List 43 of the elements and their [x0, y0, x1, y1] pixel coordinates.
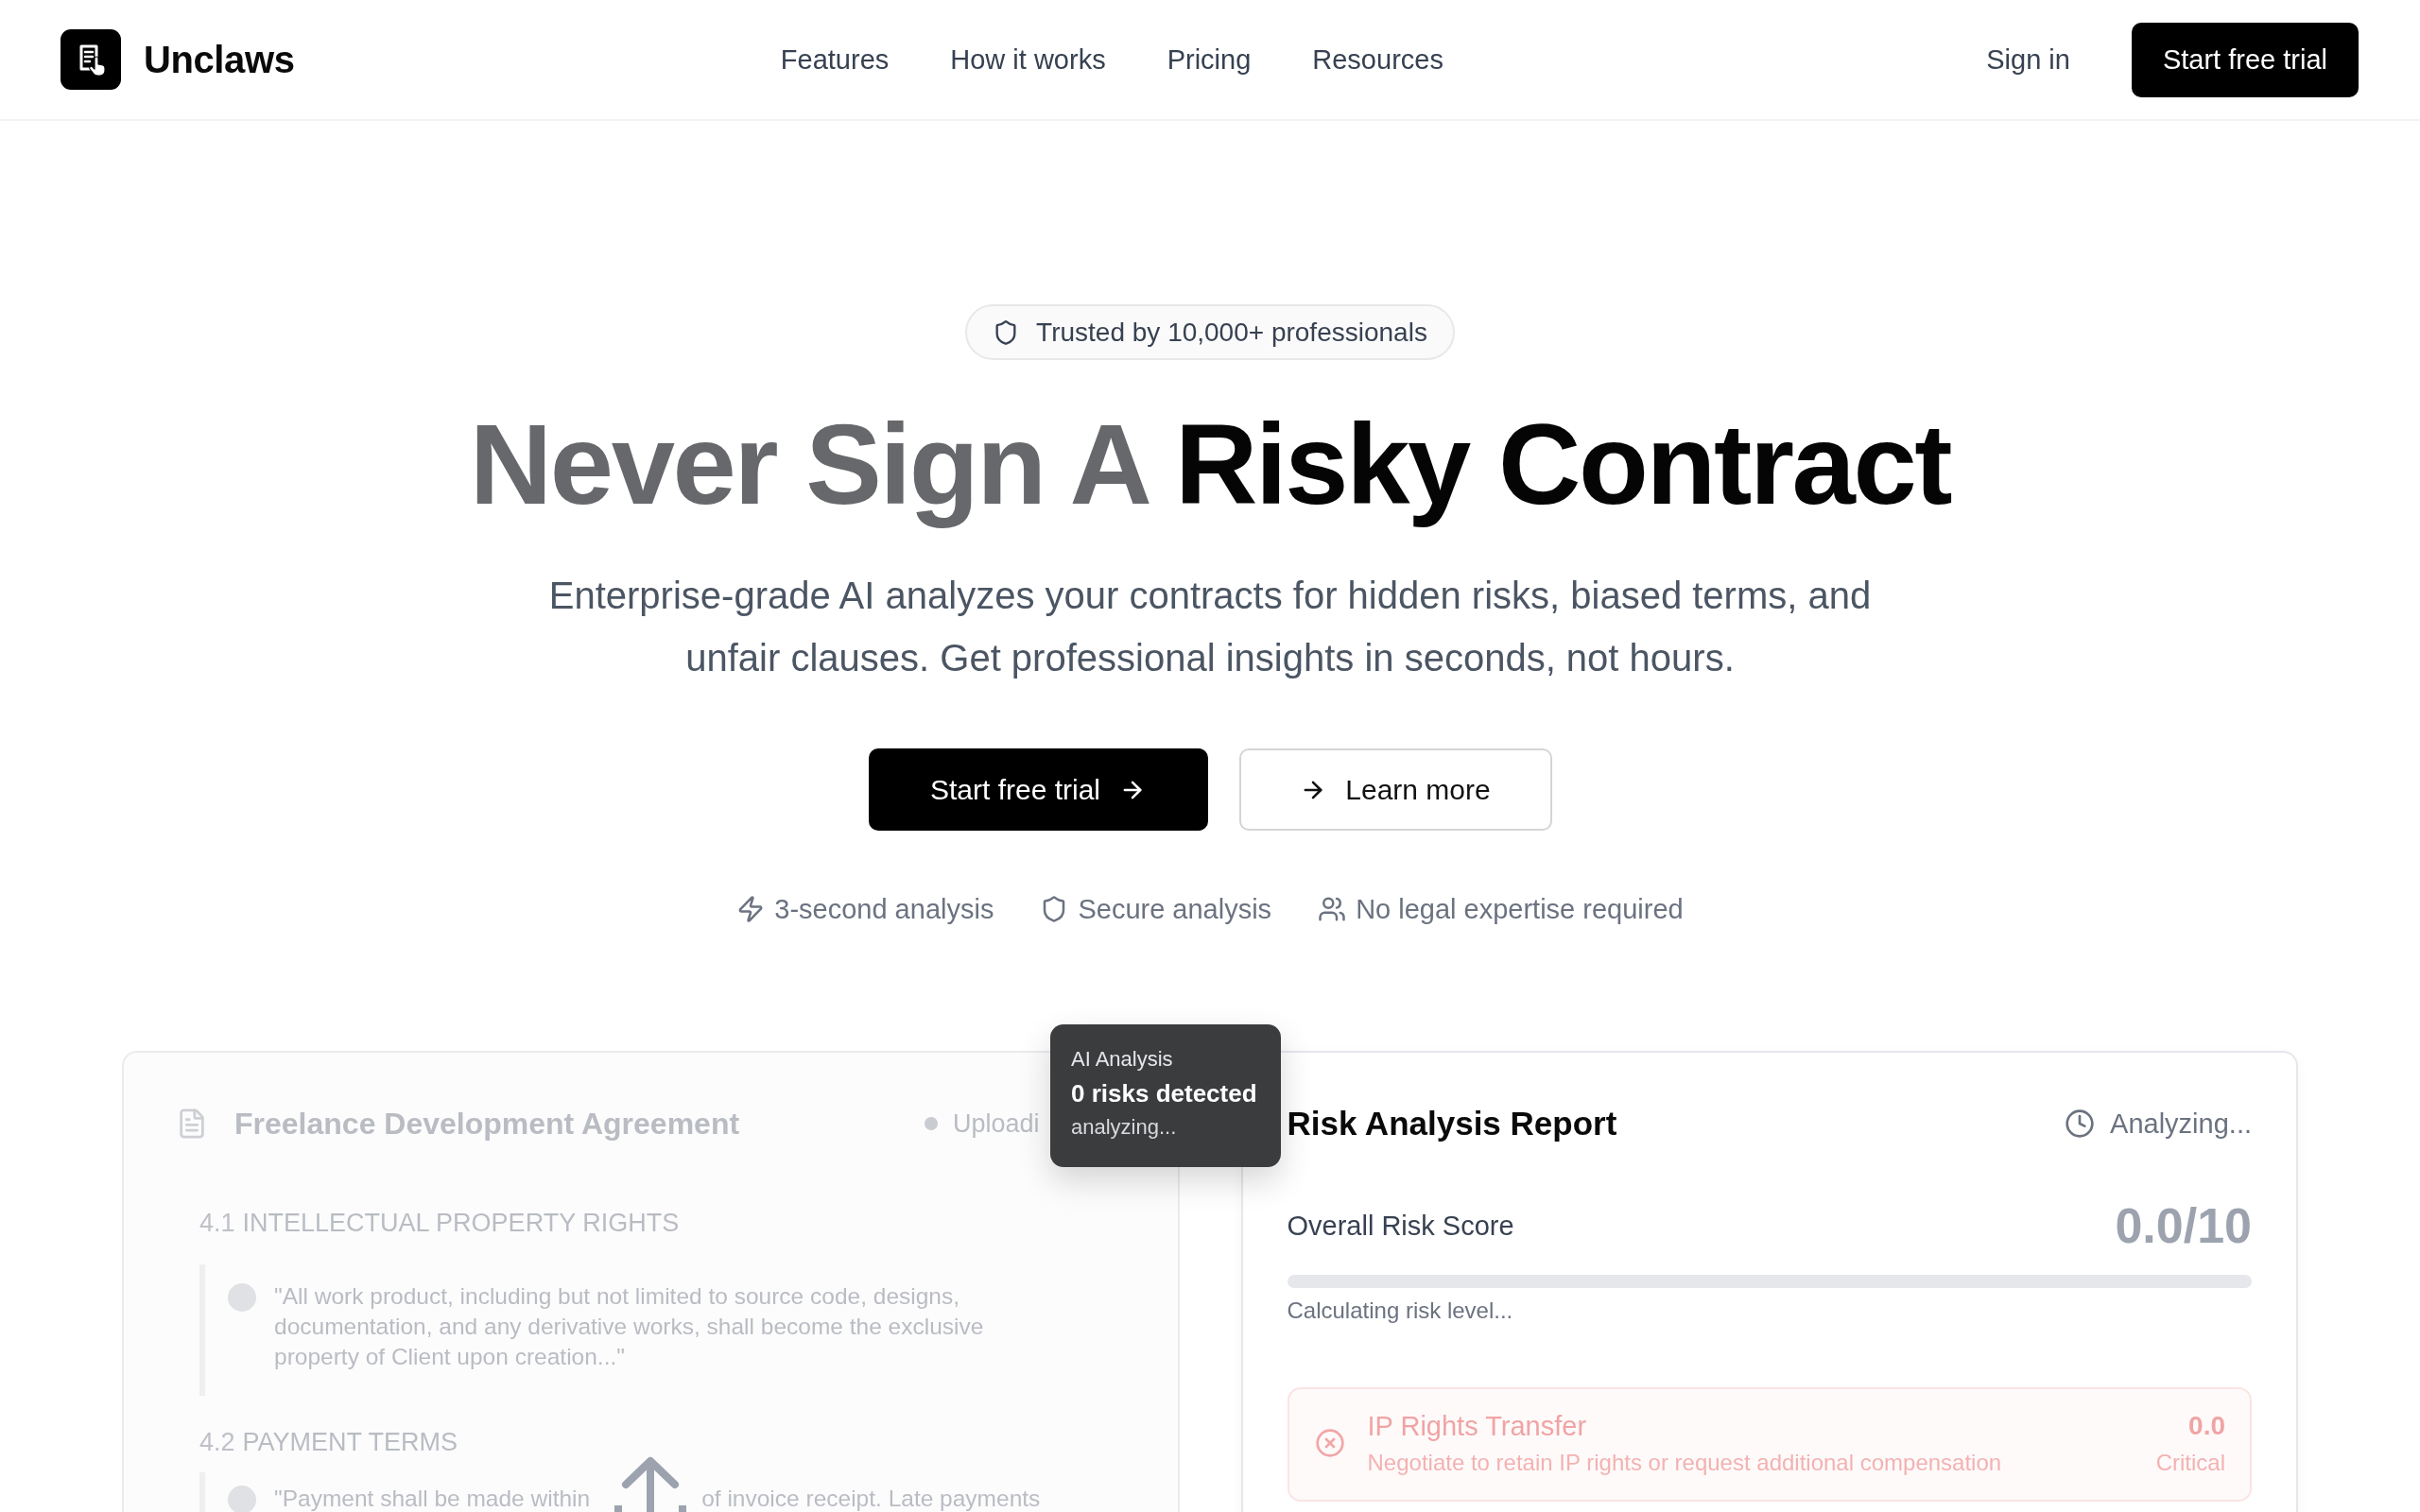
- section-number: 4.2: [199, 1427, 235, 1457]
- hero-subtitle: Enterprise-grade AI analyzes your contracts for hidden risks, biased terms, and unfair clauses. Get professional insights in seconds, not hours.: [547, 574, 1873, 680]
- x-circle-icon: [1314, 1428, 1345, 1458]
- document-pointer-icon: [60, 29, 121, 90]
- document-title: Freelance Development Agreement: [234, 1106, 740, 1142]
- risk-recommendation: Negotiate to retain IP rights or request additional compensation: [1367, 1449, 2002, 1477]
- nav-link[interactable]: How it works: [950, 43, 1106, 76]
- clause-text: "Payment shall be made within: [274, 1485, 591, 1512]
- feature-label: No legal expertise required: [1356, 893, 1684, 925]
- meter-caption: Calculating risk level...: [1287, 1297, 1514, 1325]
- secondary-button[interactable]: Learn more: [1238, 748, 1552, 831]
- clause-text: of invoice receipt. Late payments: [701, 1485, 1041, 1512]
- tooltip-count: 0 risks detected: [1071, 1078, 1258, 1109]
- feature-label: 3-second analysis: [774, 893, 994, 925]
- score-label: Overall Risk Score: [1287, 1210, 1514, 1242]
- nav-link[interactable]: Features: [780, 43, 890, 76]
- tooltip-status: analyzing...: [1071, 1114, 1178, 1141]
- sign-in-link[interactable]: Sign in: [1986, 43, 2070, 76]
- brand-name: Unclaws: [144, 38, 295, 81]
- circle-icon: [228, 1283, 256, 1312]
- status-dot-icon: [924, 1117, 938, 1130]
- tooltip-title: AI Analysis: [1071, 1046, 1174, 1073]
- clock-icon: [2065, 1108, 2096, 1139]
- risk-severity: Critical: [2155, 1449, 2225, 1477]
- risk-title: IP Rights Transfer: [1367, 1410, 1588, 1443]
- section-title: INTELLECTUAL PROPERTY RIGHTS: [242, 1208, 680, 1238]
- hero-heading: Never Sign A Risky Contract: [468, 399, 1952, 530]
- primary-button[interactable]: Start free trial: [868, 748, 1208, 831]
- people-icon: [1318, 895, 1347, 923]
- score-value: 0.0/10: [2115, 1197, 2252, 1254]
- section-number: 4.1: [199, 1208, 235, 1238]
- nav-link[interactable]: Pricing: [1167, 43, 1252, 76]
- risk-score: 0.0: [2188, 1410, 2225, 1442]
- start-trial-button[interactable]: Start free trial: [2131, 22, 2359, 97]
- nav-link[interactable]: Resources: [1312, 43, 1443, 76]
- report-status: Analyzing...: [2110, 1108, 2252, 1140]
- feature-label: Secure analysis: [1078, 893, 1272, 925]
- report-title: Risk Analysis Report: [1287, 1105, 1617, 1143]
- status-text: Uploadi: [952, 1108, 1040, 1139]
- badge-text: Trusted by 10,000+ professionals: [1036, 317, 1427, 348]
- upload-icon: [613, 1456, 689, 1512]
- section-title: PAYMENT TERMS: [242, 1427, 458, 1457]
- clause-text: "All work product, including but not limited to source code, designs, documentation, and any derivative works, shall become the exclusive property of Client upon creation...": [274, 1282, 985, 1371]
